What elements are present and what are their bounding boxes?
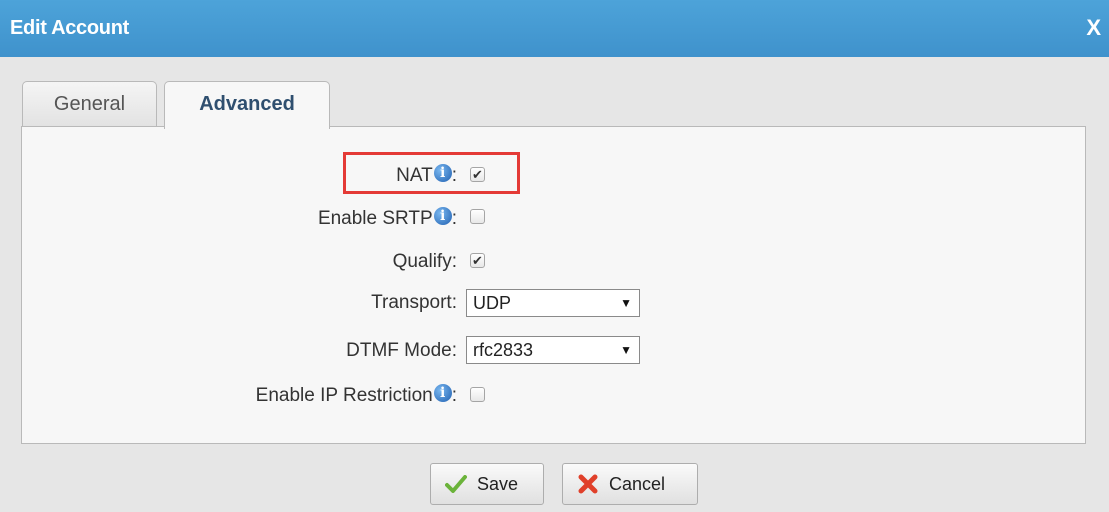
checkmark-icon [445,475,467,493]
srtp-label: Enable SRTP i : [317,207,457,230]
dtmf-label-text: DTMF Mode: [346,340,457,361]
dtmf-label: DTMF Mode: [346,340,457,362]
info-icon[interactable]: i [433,164,452,182]
ip-restriction-label-text: Enable IP Restriction [255,385,433,406]
save-button[interactable]: Save [430,463,544,505]
transport-label: Transport: [371,292,457,314]
save-button-label: Save [477,473,519,494]
qualify-label: Qualify: [393,251,457,273]
nat-checkbox[interactable]: ✔ [470,167,485,182]
ip-restriction-checkbox[interactable] [470,387,485,402]
info-icon[interactable]: i [433,384,452,402]
dropdown-arrow-icon: ▼ [620,343,632,357]
qualify-label-text: Qualify: [392,251,457,272]
srtp-label-text: Enable SRTP [317,208,433,229]
dtmf-value: rfc2833 [473,340,534,360]
info-icon[interactable]: i [433,207,452,225]
ip-restriction-label-colon: : [451,385,457,406]
qualify-checkbox[interactable]: ✔ [470,253,485,268]
tab-general[interactable]: General [22,81,157,127]
dropdown-arrow-icon: ▼ [620,296,632,310]
transport-label-text: Transport: [371,292,457,313]
nat-label-colon: : [451,165,457,186]
transport-select[interactable]: UDP ▼ [466,289,640,317]
srtp-checkbox[interactable] [470,209,485,224]
dtmf-select[interactable]: rfc2833 ▼ [466,336,640,364]
dialog-titlebar: Edit Account X [0,0,1109,57]
dialog-title: Edit Account [10,17,129,39]
cancel-button-label: Cancel [609,473,666,494]
close-button[interactable]: X [1086,15,1101,41]
tab-advanced[interactable]: Advanced [164,81,330,129]
cancel-button[interactable]: Cancel [562,463,698,505]
x-icon [578,474,598,494]
transport-value: UDP [473,293,512,313]
advanced-panel [21,126,1086,444]
ip-restriction-label: Enable IP Restriction i : [255,384,457,407]
nat-label: NAT i : [396,164,457,187]
nat-label-text: NAT [396,165,433,186]
srtp-label-colon: : [451,208,457,229]
